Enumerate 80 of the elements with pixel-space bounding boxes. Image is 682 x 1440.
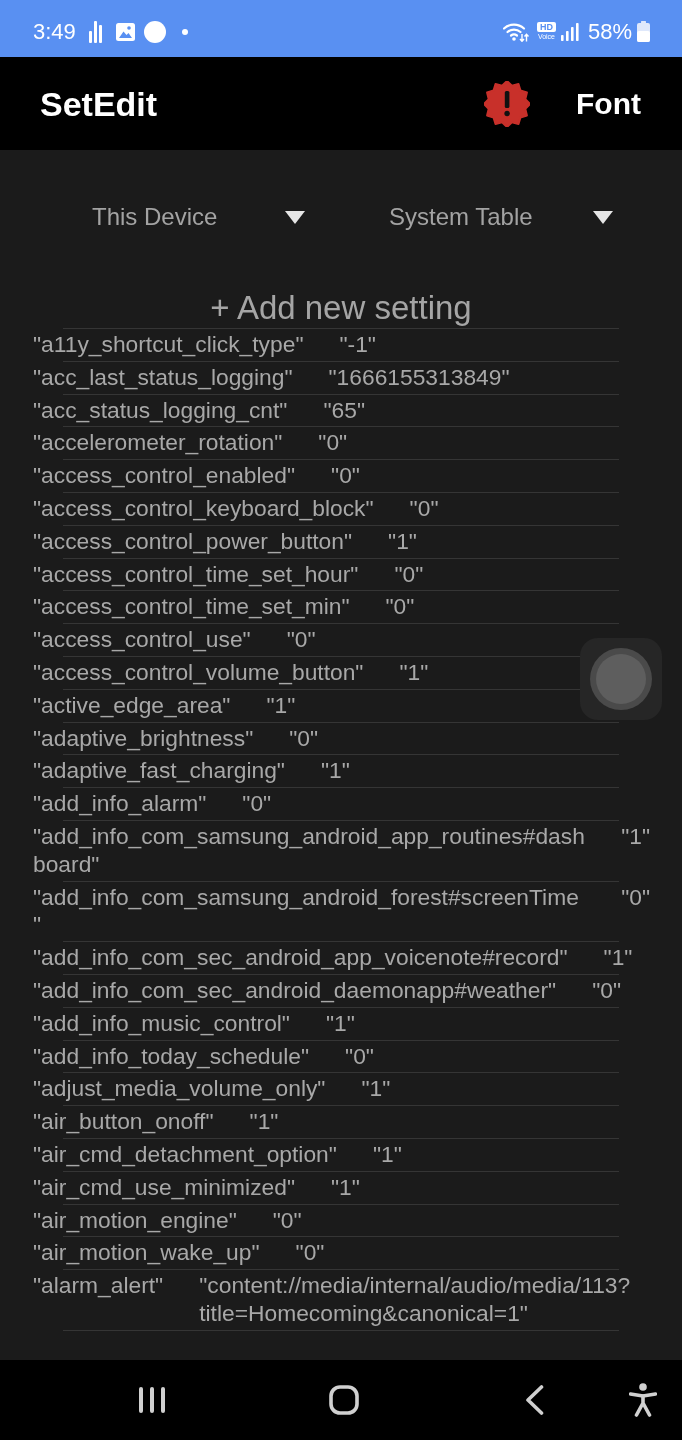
battery-percent: 58% — [587, 18, 632, 45]
setting-value: "0" — [394, 560, 424, 589]
hd-badge: HD — [536, 22, 556, 32]
setting-key: "add_info_com_samsung_android_app_routines#dashboard" — [33, 822, 586, 879]
setting-value: "0" — [385, 593, 415, 622]
setting-key: "add_info_com_sec_android_app_voicenote#record" — [33, 944, 568, 972]
setting-value: "1" — [320, 757, 350, 786]
setting-key: "acc_status_logging_cnt" — [33, 396, 288, 425]
signal-icon — [560, 22, 579, 41]
setting-key: "acc_last_status_logging" — [33, 363, 293, 392]
status-time: 3:49 — [33, 18, 76, 45]
setting-value: "0" — [295, 1239, 325, 1268]
setting-value: "65" — [323, 396, 365, 425]
setting-key: "access_control_time_set_min" — [33, 593, 350, 622]
app-title: SetEdit — [40, 83, 158, 124]
setting-value: "0" — [272, 1206, 302, 1235]
setting-key: "add_info_music_control" — [33, 1009, 290, 1038]
caret-icon — [285, 210, 305, 224]
setting-value: "0" — [592, 976, 622, 1005]
app-logo-icon — [143, 20, 166, 43]
setting-value: "0" — [242, 790, 272, 818]
setting-key: "adaptive_brightness" — [33, 724, 254, 753]
setting-key: "air_motion_wake_up" — [33, 1239, 260, 1268]
battery-icon — [637, 21, 650, 42]
setting-value: "1" — [331, 1173, 360, 1202]
setting-value: "1" — [388, 527, 417, 556]
setting-value: "-1" — [339, 331, 376, 359]
dropdown[interactable]: System Table — [389, 193, 613, 241]
setting-key: "air_motion_engine" — [33, 1206, 237, 1235]
setting-key: "air_cmd_use_minimized" — [33, 1173, 295, 1202]
setting-key: "air_cmd_detachment_option" — [33, 1140, 337, 1169]
setting-value: "1" — [399, 658, 429, 687]
setting-key: "access_control_keyboard_block" — [33, 495, 374, 523]
setting-value: "0" — [286, 626, 316, 654]
setting-key: "alarm_alert" — [33, 1272, 164, 1328]
setting-key: "access_control_power_button" — [33, 527, 353, 556]
setting-value: "1" — [603, 944, 633, 972]
setting-key: "adjust_media_volume_only" — [33, 1075, 326, 1104]
setting-value: "1" — [361, 1075, 391, 1104]
setting-value: "content://media/internal/audio/media/113?title=Homecoming&canonical=1" — [199, 1272, 632, 1328]
circle-icon — [590, 648, 652, 710]
setting-key: "access_control_volume_button" — [33, 658, 364, 687]
setting-key: "access_control_use" — [33, 626, 251, 654]
setting-key: "add_info_com_samsung_android_forest#screenTime" — [33, 883, 586, 940]
setting-key: "add_info_today_schedule" — [33, 1042, 310, 1071]
image-icon — [115, 22, 135, 41]
setting-key: "access_control_time_set_hour" — [33, 560, 359, 589]
setting-value: "1" — [325, 1009, 355, 1038]
setting-value: "1666155313849" — [328, 363, 510, 392]
setting-key: "active_edge_area" — [33, 691, 231, 720]
setting-key: "access_control_enabled" — [33, 462, 296, 490]
floating-button[interactable] — [580, 638, 662, 720]
home-icon[interactable] — [329, 1385, 359, 1415]
back-icon[interactable] — [525, 1385, 544, 1415]
warning-badge-icon[interactable] — [484, 80, 531, 127]
add-setting-button[interactable]: + Add new setting — [210, 288, 472, 328]
setting-key: "add_info_alarm" — [33, 790, 207, 818]
wifi-icon — [502, 21, 529, 42]
setting-value: "1" — [266, 691, 296, 720]
setting-value: "0" — [345, 1042, 374, 1071]
setting-value: "0" — [331, 462, 360, 490]
setting-value: "0" — [318, 429, 348, 458]
setting-key: "adaptive_fast_charging" — [33, 757, 285, 786]
bar-graph-icon — [88, 20, 102, 43]
accessibility-icon[interactable] — [629, 1383, 657, 1417]
setting-value: "1" — [621, 822, 650, 851]
setting-key: "air_button_onoff" — [33, 1108, 214, 1136]
setting-value: "1" — [372, 1140, 402, 1169]
caret-icon — [593, 210, 613, 224]
recent-apps-icon[interactable] — [139, 1387, 165, 1413]
font-button[interactable]: Font — [576, 85, 641, 122]
dropdown[interactable]: This Device — [92, 193, 305, 241]
setting-value: "0" — [621, 883, 650, 912]
setting-key: "accelerometer_rotation" — [33, 429, 283, 458]
setting-key: "add_info_com_sec_android_daemonapp#weather" — [33, 976, 557, 1005]
setting-key: "a11y_shortcut_click_type" — [33, 331, 304, 359]
dot-icon — [181, 28, 188, 35]
setting-value: "1" — [249, 1108, 279, 1136]
setting-value: "0" — [409, 495, 439, 523]
setting-value: "0" — [289, 724, 319, 753]
